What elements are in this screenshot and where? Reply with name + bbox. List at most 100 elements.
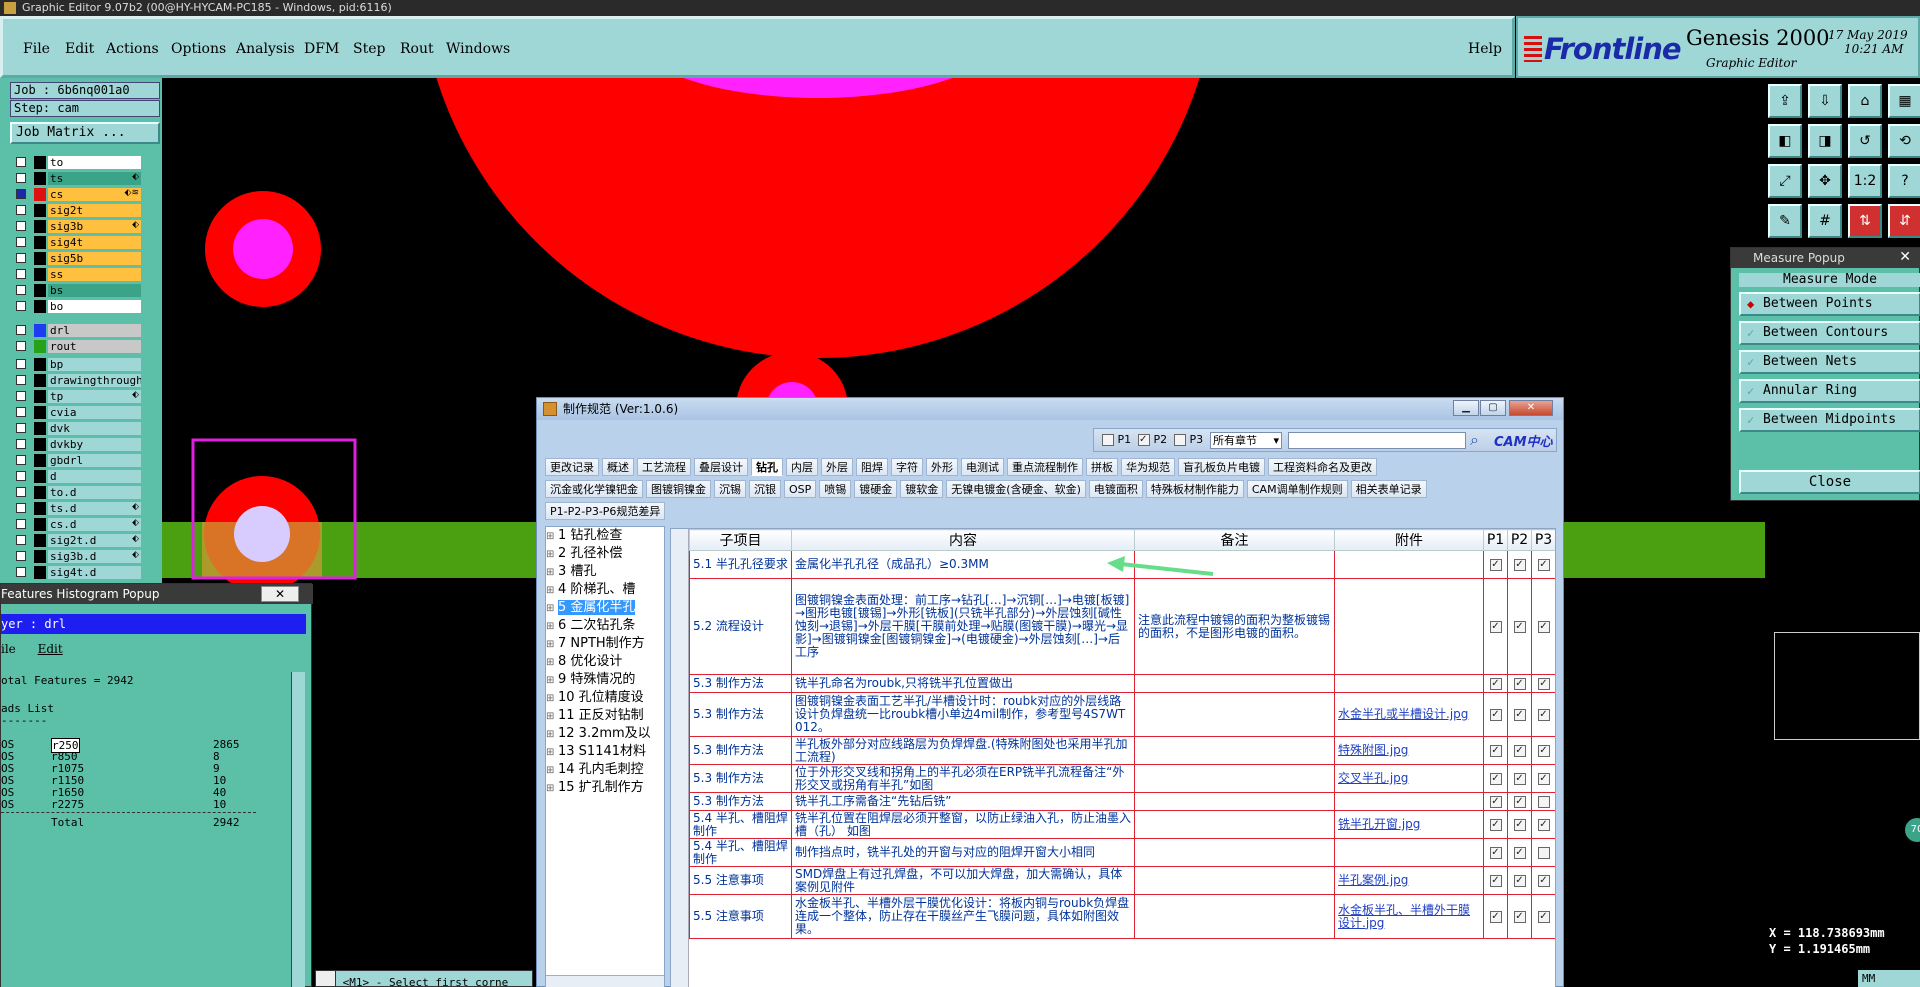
histogram-menu-edit[interactable]: Edit — [38, 642, 63, 656]
attachment-link[interactable] — [1334, 674, 1484, 693]
layer-name[interactable]: to.d — [48, 486, 141, 499]
layer-color-swatch[interactable] — [34, 172, 46, 185]
layer-checkbox[interactable] — [16, 341, 26, 351]
tab-tabs_row3-0[interactable]: P1-P2-P3-P6规范差异 — [545, 502, 666, 520]
open-icon[interactable]: ⇪ — [1768, 84, 1802, 118]
p3-checkbox[interactable]: ✓ — [1537, 708, 1550, 721]
mode-between-contours[interactable]: ✓ Between Contours — [1739, 321, 1920, 345]
measure-close-button[interactable]: Close — [1739, 470, 1920, 494]
tab-tabs_row2-11[interactable]: CAM调单制作规则 — [1246, 480, 1348, 498]
p1-checkbox[interactable]: ✓ — [1489, 744, 1502, 757]
layer-row[interactable]: cvia — [10, 406, 160, 419]
p2-checkbox[interactable]: ✓ — [1138, 434, 1150, 446]
layer-name[interactable]: drl — [48, 324, 141, 337]
layer-row[interactable]: sig2t.d ⬖ — [10, 534, 160, 547]
expand-plus-icon[interactable]: ⊞ — [546, 744, 558, 761]
p1-checkbox[interactable]: ✓ — [1489, 772, 1502, 785]
p1-checkbox[interactable]: ✓ — [1489, 708, 1502, 721]
p1-checkbox[interactable]: ✓ — [1489, 558, 1502, 571]
tab-tabs_row1-11[interactable]: 重点流程制作 — [1007, 458, 1083, 476]
tree-item[interactable]: ⊞ 14 孔内毛刺控 — [546, 761, 664, 779]
column-header[interactable]: 内容 — [791, 529, 1135, 551]
layer-name[interactable]: sig5b — [48, 252, 141, 265]
layer-checkbox[interactable] — [16, 503, 26, 513]
p3-checkbox[interactable]: ✓ — [1537, 874, 1550, 887]
layer-checkbox[interactable] — [16, 423, 26, 433]
tree-item[interactable]: ⊞ 12 3.2mm及以 — [546, 725, 664, 743]
layer-name[interactable]: dvkby — [48, 438, 141, 451]
filter-p2[interactable]: ✓ P2 — [1138, 433, 1167, 446]
layer-color-swatch[interactable] — [34, 502, 46, 515]
units-indicator[interactable]: MM — [1858, 970, 1920, 987]
p2-checkbox[interactable]: ✓ — [1513, 620, 1526, 633]
layer-name[interactable]: d — [48, 470, 141, 483]
tab-tabs_row2-4[interactable]: OSP — [784, 480, 817, 498]
layer-name[interactable]: sig4t.d — [48, 566, 141, 579]
tree-item[interactable]: ⊞ 1 钻孔检查 — [546, 527, 664, 545]
p3-checkbox[interactable] — [1174, 434, 1186, 446]
layer-row[interactable]: gbdrl — [10, 454, 160, 467]
tab-tabs_row1-8[interactable]: 字符 — [891, 458, 923, 476]
layer-name[interactable]: cs.d ⬖ — [48, 518, 141, 531]
tab-tabs_row1-1[interactable]: 概述 — [602, 458, 634, 476]
layer-checkbox[interactable] — [16, 359, 26, 369]
tree-item[interactable]: ⊞ 15 扩孔制作方 — [546, 779, 664, 797]
tab-tabs_row2-2[interactable]: 沉锡 — [714, 480, 746, 498]
p3-checkbox[interactable]: ✓ — [1537, 818, 1550, 831]
layer-row[interactable]: bp — [10, 358, 160, 371]
attachment-link[interactable] — [1334, 838, 1484, 867]
attachment-link[interactable]: 半孔案例.jpg — [1334, 866, 1484, 895]
layer-color-swatch[interactable] — [34, 486, 46, 499]
layer-color-swatch[interactable] — [34, 534, 46, 547]
attachment-link[interactable]: 铣半孔开窗.jpg — [1334, 810, 1484, 839]
tree-item[interactable]: ⊞ 8 优化设计 — [546, 653, 664, 671]
p1-checkbox[interactable]: ✓ — [1489, 818, 1502, 831]
table-row[interactable]: 5.3 制作方法 位于外形交叉线和拐角上的半孔必须在ERP铣半孔流程备注“外形交叉… — [689, 764, 1555, 793]
expand-plus-icon[interactable]: ⊞ — [546, 582, 558, 599]
net-icon[interactable]: ⇵ — [1888, 204, 1920, 238]
layer-color-swatch[interactable] — [34, 422, 46, 435]
p2-checkbox[interactable]: ✓ — [1513, 874, 1526, 887]
layer-checkbox[interactable] — [16, 439, 26, 449]
p1-checkbox[interactable]: ✓ — [1489, 874, 1502, 887]
tab-tabs_row1-13[interactable]: 华为规范 — [1121, 458, 1175, 476]
snap-icon[interactable]: ✎ — [1768, 204, 1802, 238]
tab-tabs_row1-5[interactable]: 内层 — [786, 458, 818, 476]
layer-checkbox[interactable] — [16, 455, 26, 465]
layer-row[interactable]: cs ⬖≋ — [10, 188, 160, 201]
p1-checkbox[interactable] — [1102, 434, 1114, 446]
layer-checkbox[interactable] — [16, 471, 26, 481]
p2-checkbox[interactable]: ✓ — [1513, 744, 1526, 757]
layer-checkbox[interactable] — [16, 391, 26, 401]
layer-color-swatch[interactable] — [34, 188, 46, 201]
mode-between-midpoints[interactable]: ✓ Between Midpoints — [1739, 408, 1920, 432]
layer-row[interactable]: to.d — [10, 486, 160, 499]
layer-row[interactable]: ts ⬖ — [10, 172, 160, 185]
layer-color-swatch[interactable] — [34, 268, 46, 281]
attachment-link[interactable] — [1334, 578, 1484, 675]
layer-row[interactable]: bo — [10, 300, 160, 313]
tab-tabs_row2-0[interactable]: 沉金或化学镍钯金 — [545, 480, 643, 498]
layer-color-swatch[interactable] — [34, 470, 46, 483]
layer-checkbox[interactable] — [16, 237, 26, 247]
tab-tabs_row2-3[interactable]: 沉银 — [749, 480, 781, 498]
layer-row[interactable]: rout — [10, 340, 160, 353]
layer-row[interactable]: drawingthrough — [10, 374, 160, 387]
p1-checkbox[interactable]: ✓ — [1489, 620, 1502, 633]
mode-annular-ring[interactable]: ✓ Annular Ring — [1739, 379, 1920, 403]
expand-plus-icon[interactable]: ⊞ — [546, 564, 558, 581]
expand-plus-icon[interactable]: ⊞ — [546, 780, 558, 797]
p3-checkbox[interactable]: ✓ — [1537, 744, 1550, 757]
p3-checkbox[interactable]: ✓ — [1537, 620, 1550, 633]
expand-plus-icon[interactable]: ⊞ — [546, 618, 558, 635]
layer-name[interactable]: rout — [48, 340, 141, 353]
chapter-select[interactable]: 所有章节 ▾ — [1210, 432, 1282, 449]
layer-checkbox[interactable] — [16, 157, 26, 167]
layer-color-swatch[interactable] — [34, 374, 46, 387]
p2-checkbox[interactable]: ✓ — [1513, 910, 1526, 923]
menu-analysis[interactable]: Analysis — [236, 41, 295, 57]
tab-tabs_row2-7[interactable]: 镀软金 — [900, 480, 944, 498]
expand-plus-icon[interactable]: ⊞ — [546, 636, 558, 653]
expand-plus-icon[interactable]: ⊞ — [546, 528, 558, 545]
p2-checkbox[interactable]: ✓ — [1513, 818, 1526, 831]
